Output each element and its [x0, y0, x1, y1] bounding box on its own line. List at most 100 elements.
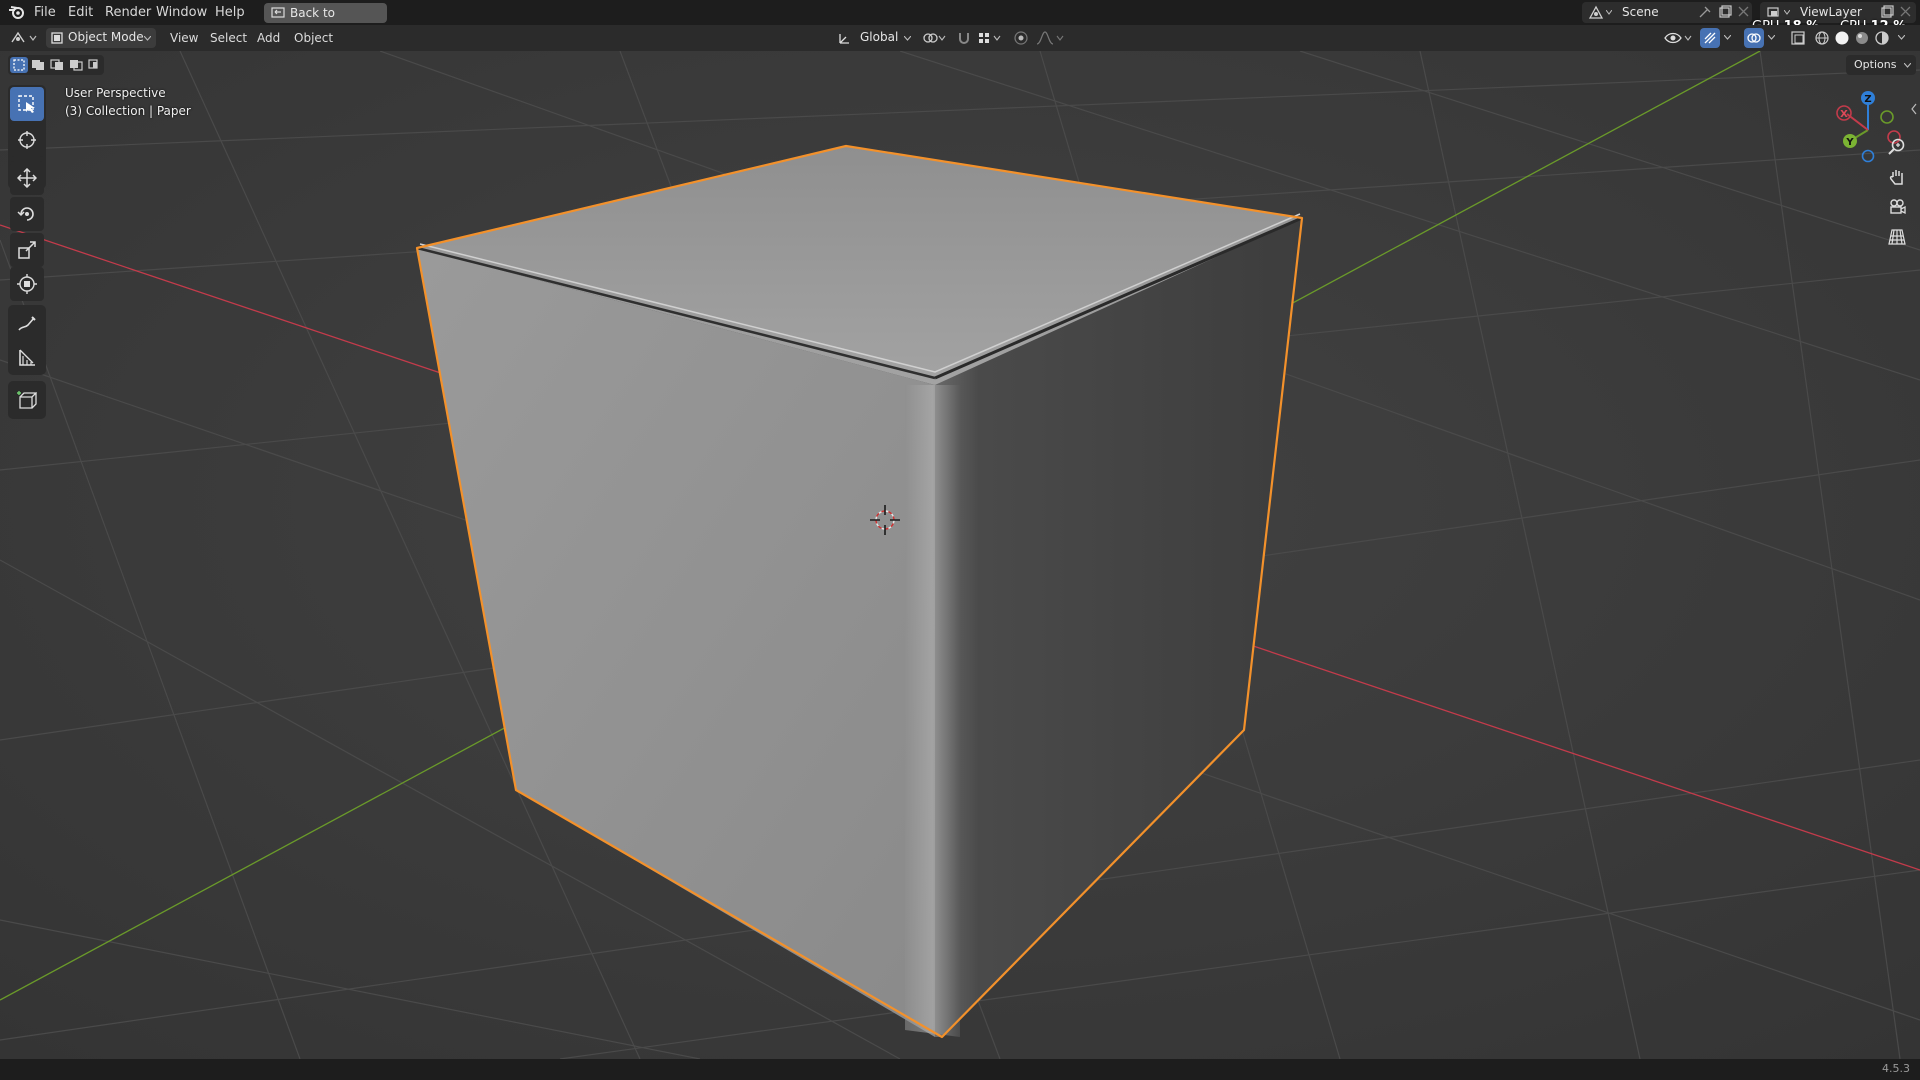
scale-icon: [18, 241, 36, 259]
chevron-down-icon[interactable]: [1724, 35, 1731, 40]
options-dropdown[interactable]: Options: [1846, 55, 1916, 75]
back-screen-icon: [271, 7, 285, 18]
proportional-edit-icon[interactable]: [1013, 30, 1029, 46]
gizmo-icon: [1704, 32, 1716, 44]
add-cube-icon: [17, 391, 37, 409]
gizmo-neg-z-axis[interactable]: [1861, 149, 1875, 163]
cursor-icon: [18, 131, 36, 149]
camera-icon: [1890, 199, 1906, 215]
select-box-icon: [18, 95, 35, 113]
gizmo-toggle[interactable]: [1700, 28, 1720, 48]
menu-window[interactable]: Window: [156, 4, 207, 21]
shading-solid-icon[interactable]: [1834, 30, 1850, 46]
options-label: Options: [1854, 58, 1897, 71]
viewport-header: Object Mode View Select Add Object Globa…: [0, 25, 1920, 51]
menu-edit[interactable]: Edit: [68, 4, 93, 21]
close-icon[interactable]: [1900, 6, 1911, 17]
new-viewlayer-icon[interactable]: [1880, 5, 1894, 19]
transform-icon: [17, 274, 37, 294]
pin-icon[interactable]: [1698, 5, 1712, 19]
tool-add-cube[interactable]: [10, 383, 44, 417]
pivot-point-icon[interactable]: [922, 31, 948, 45]
shading-material-icon[interactable]: [1854, 30, 1870, 46]
overlay-toggle[interactable]: [1744, 28, 1764, 48]
overlays-icon: [1747, 33, 1761, 43]
grid-perspective-icon: [1888, 229, 1906, 245]
viewlayer-name: ViewLayer: [1800, 5, 1862, 19]
zoom-button[interactable]: [1882, 132, 1912, 162]
scene-icon: [1588, 5, 1604, 19]
select-new-icon: [13, 59, 25, 71]
menu-object[interactable]: Object: [294, 29, 333, 47]
top-bar: File Edit Render Window Help Back to Pre…: [0, 0, 1920, 40]
falloff-icon[interactable]: [1035, 30, 1065, 46]
menu-add[interactable]: Add: [257, 29, 280, 47]
shading-wireframe-icon[interactable]: [1814, 30, 1830, 46]
perspective-toggle-button[interactable]: [1882, 222, 1912, 252]
chevron-down-icon: [1904, 63, 1911, 68]
select-mode-buttons: [8, 55, 104, 75]
snap-toggle-icon[interactable]: [956, 30, 972, 46]
annotate-icon: [18, 316, 36, 331]
tool-measure[interactable]: [10, 341, 44, 375]
rotate-icon: [17, 207, 34, 221]
scene-canvas[interactable]: [0, 51, 1920, 1059]
new-scene-icon[interactable]: [1718, 5, 1732, 19]
shading-rendered-icon[interactable]: [1874, 30, 1890, 46]
transform-orientation-dropdown[interactable]: Global: [836, 28, 914, 48]
gizmo-z-label: Z: [1864, 94, 1871, 105]
scene-name: Scene: [1622, 5, 1659, 19]
visibility-icon[interactable]: [1664, 30, 1694, 46]
select-subtract-icon[interactable]: [50, 59, 64, 71]
orientation-axes-icon: [839, 34, 849, 44]
select-extend-icon[interactable]: [31, 59, 45, 71]
gizmo-x-label: X: [1840, 109, 1848, 120]
object-mode-icon: [51, 32, 63, 44]
view-name: User Perspective: [65, 86, 166, 100]
mode-label: Object Mode: [68, 30, 144, 44]
menu-view[interactable]: View: [170, 29, 198, 47]
menu-file[interactable]: File: [34, 4, 56, 21]
menu-render[interactable]: Render: [105, 4, 151, 21]
version-label: 4.5.3: [1882, 1062, 1910, 1075]
viewlayer-icon: [1767, 7, 1779, 17]
select-mode-new-button[interactable]: [10, 57, 28, 73]
snap-target-icon[interactable]: [978, 31, 1004, 45]
tool-annotate[interactable]: [10, 307, 44, 341]
blender-logo-icon[interactable]: [8, 4, 26, 20]
chevron-down-icon[interactable]: [1898, 35, 1905, 40]
pan-button[interactable]: [1882, 162, 1912, 192]
menu-help[interactable]: Help: [215, 4, 245, 21]
close-icon[interactable]: [1738, 6, 1749, 17]
chevron-down-icon: [1784, 10, 1790, 15]
tool-move[interactable]: [10, 161, 44, 195]
back-to-previous-button[interactable]: Back to Previous: [264, 3, 387, 40]
chevron-down-icon: [1606, 10, 1612, 15]
chevron-down-icon[interactable]: [1768, 35, 1775, 40]
chevron-down-icon: [904, 36, 911, 41]
tool-rotate[interactable]: [10, 197, 44, 231]
collection-info: (3) Collection | Paper: [65, 104, 191, 118]
status-bar: 4.5.3: [0, 1059, 1920, 1080]
cube-front-right-bevel: [905, 385, 960, 1037]
editor-type-icon[interactable]: [10, 30, 40, 46]
tool-scale[interactable]: [10, 233, 44, 267]
gizmo-neg-y-axis[interactable]: [1880, 110, 1894, 124]
mode-dropdown[interactable]: Object Mode: [46, 28, 156, 48]
hand-icon: [1889, 170, 1903, 185]
measure-icon: [19, 349, 35, 366]
orientation-label: Global: [860, 30, 899, 44]
sidebar-toggle-chevron-icon[interactable]: [1910, 103, 1918, 115]
gizmo-y-label: Y: [1845, 137, 1854, 148]
tool-select-box[interactable]: [10, 87, 44, 121]
tool-transform[interactable]: [10, 267, 44, 301]
scene-selector[interactable]: Scene: [1582, 2, 1752, 23]
tool-cursor[interactable]: [10, 123, 44, 157]
select-invert-icon[interactable]: [69, 59, 83, 71]
move-icon: [17, 168, 37, 188]
menu-select[interactable]: Select: [210, 29, 247, 47]
camera-view-button[interactable]: [1882, 192, 1912, 222]
xray-icon[interactable]: [1790, 30, 1806, 46]
3d-viewport[interactable]: User Perspective (3) Collection | Paper …: [0, 51, 1920, 1059]
select-intersect-icon[interactable]: [88, 59, 102, 71]
